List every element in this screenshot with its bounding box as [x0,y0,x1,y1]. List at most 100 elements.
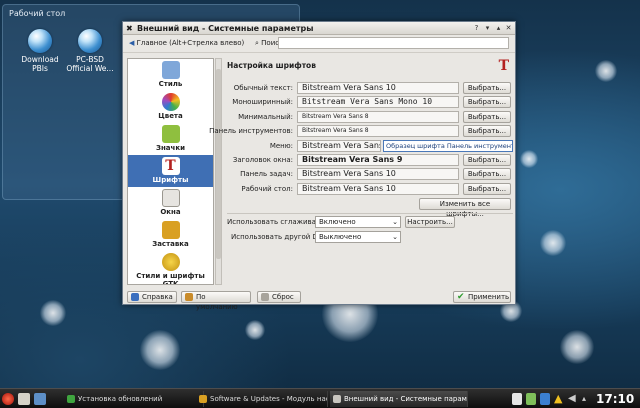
choose-general-font-button[interactable]: Выбрать... [463,82,511,94]
tray-warning-icon[interactable]: ▲ [554,393,564,405]
sidebar-item-label: Значки [156,144,185,152]
font-value-title: Bitstream Vera Sans 9 [297,154,459,166]
show-desktop-icon[interactable] [34,393,46,405]
help-button[interactable]: Справка [127,291,177,303]
style-icon [161,61,180,79]
desktop-icon-label: Download PBIs [21,55,59,73]
choose-toolbar-font-button[interactable]: Выбрать... [463,125,511,137]
font-value-menu: Bitstream Vera Sans 10 [297,140,381,152]
font-value-taskbar: Bitstream Vera Sans 10 [297,168,459,180]
back-arrow-icon: ◀ [129,39,135,47]
separator [227,213,513,214]
task-label: Внешний вид - Системные параметр [344,395,468,403]
icons-icon [161,125,180,143]
font-label-title: Заголовок окна: [232,156,293,164]
configure-antialias-button[interactable]: Настроить... [405,216,455,228]
help-book-icon [131,293,139,301]
wallpaper-bokeh [40,300,66,326]
font-label-general: Обычный текст: [233,84,293,92]
globe-icon [78,29,102,53]
tray-updates-icon[interactable] [540,393,550,405]
tray-expand-icon[interactable]: ▴ [582,393,592,405]
system-settings-window[interactable]: ✖ Внешний вид - Системные параметры ? ▾ … [122,21,516,311]
defaults-button[interactable]: По умолчанию [181,291,251,311]
font-value-general: Bitstream Vera Sans 10 [297,82,459,94]
windows-icon [161,189,180,207]
update-icon [67,395,75,403]
file-manager-icon[interactable] [18,393,30,405]
sidebar-item-label: Заставка [152,240,189,248]
sidebar-item-label: Стиль [158,80,183,88]
desktop-icon-download-pbis[interactable]: Download PBIs [15,29,65,73]
sidebar-item-label: Шрифты [152,176,189,184]
choose-fixed-font-button[interactable]: Выбрать... [463,96,511,108]
home-back-button[interactable]: ◀ Главное (Alt+Стрелка влево) [129,39,244,47]
choose-title-font-button[interactable]: Выбрать... [463,154,511,166]
window-title: Внешний вид - Системные параметры [137,24,314,33]
choose-taskbar-font-button[interactable]: Выбрать... [463,168,511,180]
font-value-desktop: Bitstream Vera Sans 10 [297,183,459,195]
chevron-down-icon: ⌄ [392,233,398,241]
tray-clipboard-icon[interactable] [512,393,522,405]
task-update-installer[interactable]: Установка обновлений [64,391,204,407]
splash-icon [161,221,180,239]
antialias-select[interactable]: Включено ⌄ [315,216,401,228]
reset-icon [261,293,269,301]
font-label-small: Минимальный: [238,113,293,121]
font-label-taskbar: Панель задач: [240,170,293,178]
defaults-button-label: По умолчанию [196,293,238,311]
section-title: Настройка шрифтов [227,61,316,70]
sidebar-item-label: Цвета [158,112,183,120]
task-appearance-settings[interactable]: Внешний вид - Системные параметр [330,391,468,407]
font-value-fixed: Bitstream Vera Sans Mono 10 [297,96,459,108]
wallpaper-bokeh [520,150,538,168]
font-value-small: Bitstream Vera Sans 8 [297,111,459,123]
font-label-toolbar: Панель инструментов: [209,127,293,135]
dpi-select[interactable]: Выключено ⌄ [315,231,401,243]
antialias-select-value: Включено [319,218,356,226]
search-icon: ⌕ [255,39,259,47]
close-icon[interactable]: ✕ [504,24,513,33]
tray-volume-icon[interactable]: ◀ [568,393,578,405]
taskbar: Установка обновлений Software & Updates … [0,388,640,408]
sidebar-item-gtk[interactable]: Стили и шрифты GTK [128,251,213,285]
task-software-updates[interactable]: Software & Updates - Модуль наст [196,391,328,407]
menu-font-preview: Образец шрифта Панель инструментов [383,140,513,152]
wallpaper-bokeh [540,230,566,256]
desktop-icon-pcbsd-website[interactable]: PC-BSD Official We... [65,29,115,73]
sidebar-item-splash[interactable]: Заставка [128,219,213,251]
window-button-bar: Справка По умолчанию Сброс ✔ Применить [123,289,515,311]
window-titlebar[interactable]: ✖ Внешний вид - Системные параметры ? ▾ … [123,22,515,35]
choose-small-font-button[interactable]: Выбрать... [463,111,511,123]
font-label-menu: Меню: [269,142,293,150]
help-button-label: Справка [142,293,173,301]
font-label-desktop: Рабочий стол: [241,185,293,193]
desktop-panel-title: Рабочий стол [9,9,66,18]
start-menu-icon[interactable] [2,393,14,405]
reset-button-label: Сброс [272,293,294,301]
sidebar-item-label: Стили и шрифты GTK [136,272,205,285]
wallpaper-bokeh [560,330,594,364]
appearance-icon [333,395,341,403]
font-value-toolbar: Bitstream Vera Sans 8 [297,125,459,137]
fonts-settings-panel: Настройка шрифтов T Обычный текст: Bitst… [209,58,513,285]
defaults-icon [185,293,193,301]
tray-network-icon[interactable] [526,393,536,405]
apply-button[interactable]: ✔ Применить [453,291,511,303]
minimize-icon[interactable]: ▾ [483,24,492,33]
search-input[interactable] [278,37,509,49]
font-label-fixed: Моноширинный: [232,98,293,106]
task-label: Software & Updates - Модуль наст [210,395,328,403]
wallpaper-bokeh [595,60,617,82]
help-window-icon[interactable]: ? [472,24,481,33]
clock[interactable]: 17:10 [596,390,634,408]
wallpaper-bokeh [140,330,180,370]
choose-desktop-font-button[interactable]: Выбрать... [463,183,511,195]
maximize-icon[interactable]: ▴ [494,24,503,33]
wallpaper-bokeh [245,320,265,340]
change-all-fonts-button[interactable]: Изменить все шрифты... [419,198,511,218]
fonts-logo-icon: T [498,58,509,74]
window-menu-icon[interactable]: ✖ [126,24,133,33]
sidebar-item-label: Окна [160,208,181,216]
reset-button[interactable]: Сброс [257,291,301,303]
